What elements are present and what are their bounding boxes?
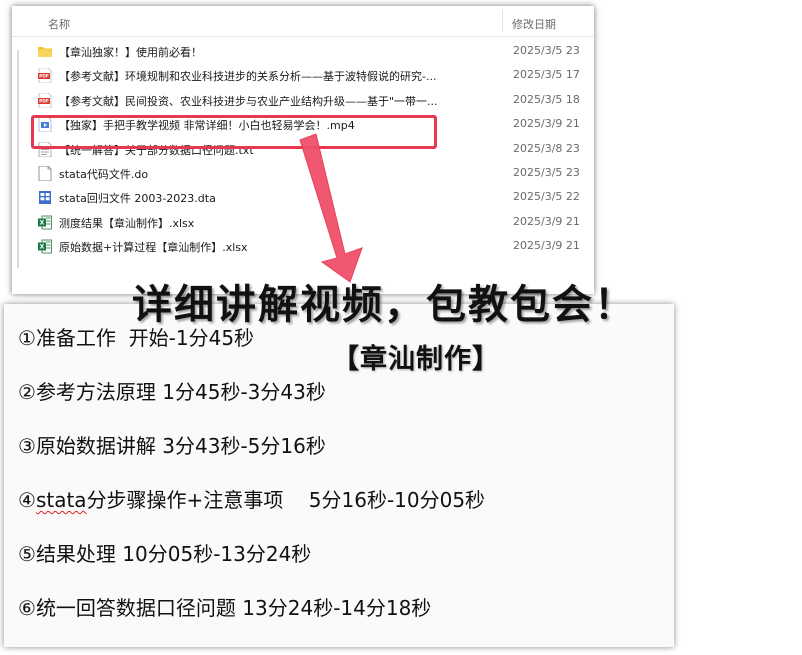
- subheadline: 【章汕制作】: [332, 344, 500, 375]
- headline: 详细讲解视频，包教包会！: [132, 281, 636, 328]
